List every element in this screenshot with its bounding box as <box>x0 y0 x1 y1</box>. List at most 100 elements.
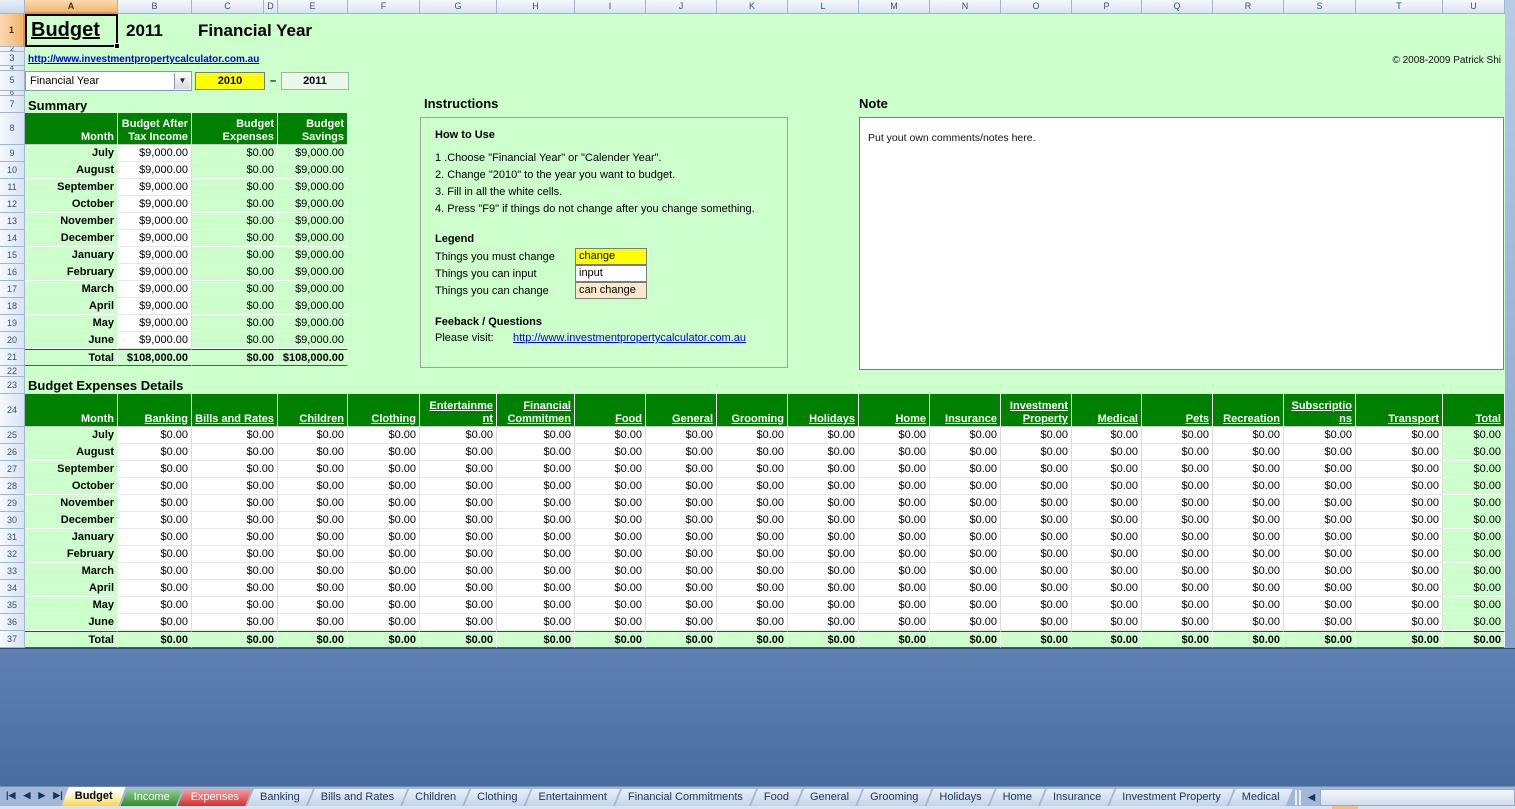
expense-value-cell[interactable]: $0.00 <box>930 563 1001 580</box>
scroll-left-icon[interactable]: ◀ <box>1304 789 1320 805</box>
expenses-month-cell[interactable]: October <box>25 478 118 495</box>
summary-expenses-cell[interactable]: $0.00 <box>192 298 278 315</box>
sheet-tab-expenses[interactable]: Expenses <box>178 789 252 806</box>
selected-cell-a1[interactable]: Budget <box>25 14 118 47</box>
row-header-36[interactable]: 36 <box>0 614 25 631</box>
expenses-rowtotal-cell[interactable]: $0.00 <box>1443 546 1505 563</box>
expense-value-cell[interactable]: $0.00 <box>348 529 420 546</box>
expenses-total-cell[interactable]: $0.00 <box>575 631 646 648</box>
expenses-header-link[interactable]: Subscriptions <box>1284 394 1356 427</box>
expenses-total-cell[interactable]: $0.00 <box>1072 631 1142 648</box>
expenses-month-cell[interactable]: July <box>25 427 118 444</box>
row-header-28[interactable]: 28 <box>0 478 25 495</box>
expenses-month-cell[interactable]: April <box>25 580 118 597</box>
summary-month-cell[interactable]: April <box>25 298 118 315</box>
expense-value-cell[interactable]: $0.00 <box>348 512 420 529</box>
sheet-tab-medical[interactable]: Medical <box>1229 789 1293 806</box>
expense-value-cell[interactable]: $0.00 <box>575 478 646 495</box>
expense-value-cell[interactable]: $0.00 <box>192 614 278 631</box>
expense-value-cell[interactable]: $0.00 <box>420 529 497 546</box>
expense-value-cell[interactable]: $0.00 <box>1142 614 1213 631</box>
expense-value-cell[interactable]: $0.00 <box>497 563 575 580</box>
expenses-header-link[interactable]: Investment Property <box>1001 394 1072 427</box>
summary-income-cell[interactable]: $9,000.00 <box>118 264 192 281</box>
sheet-tab-income[interactable]: Income <box>121 789 183 806</box>
expense-value-cell[interactable]: $0.00 <box>1142 563 1213 580</box>
expenses-total-cell[interactable]: $0.00 <box>1284 631 1356 648</box>
expense-value-cell[interactable]: $0.00 <box>1213 478 1284 495</box>
summary-total-cell[interactable]: Total <box>25 349 118 366</box>
expense-value-cell[interactable]: $0.00 <box>118 495 192 512</box>
row-header-9[interactable]: 9 <box>0 145 25 162</box>
summary-month-cell[interactable]: September <box>25 179 118 196</box>
expense-value-cell[interactable]: $0.00 <box>420 461 497 478</box>
expense-value-cell[interactable]: $0.00 <box>646 495 717 512</box>
expense-value-cell[interactable]: $0.00 <box>1072 461 1142 478</box>
expenses-rowtotal-cell[interactable]: $0.00 <box>1443 512 1505 529</box>
expense-value-cell[interactable]: $0.00 <box>717 444 788 461</box>
expense-value-cell[interactable]: $0.00 <box>1072 478 1142 495</box>
row-header-34[interactable]: 34 <box>0 580 25 597</box>
column-header-M[interactable]: M <box>859 0 930 14</box>
expense-value-cell[interactable]: $0.00 <box>278 461 348 478</box>
column-header-H[interactable]: H <box>497 0 575 14</box>
summary-expenses-cell[interactable]: $0.00 <box>192 264 278 281</box>
expense-value-cell[interactable]: $0.00 <box>1213 529 1284 546</box>
expenses-month-cell[interactable]: August <box>25 444 118 461</box>
expense-value-cell[interactable]: $0.00 <box>575 614 646 631</box>
tab-last-icon[interactable]: ▶| <box>53 790 62 801</box>
expense-value-cell[interactable]: $0.00 <box>497 597 575 614</box>
sheet-tab-financial-commitments[interactable]: Financial Commitments <box>615 789 756 806</box>
expense-value-cell[interactable]: $0.00 <box>1356 427 1443 444</box>
summary-income-cell[interactable]: $9,000.00 <box>118 230 192 247</box>
expenses-month-cell[interactable]: January <box>25 529 118 546</box>
expenses-header-link[interactable]: General <box>646 394 717 427</box>
sheet-tab-grooming[interactable]: Grooming <box>857 789 931 806</box>
expense-value-cell[interactable]: $0.00 <box>575 597 646 614</box>
expense-value-cell[interactable]: $0.00 <box>1142 546 1213 563</box>
expense-value-cell[interactable]: $0.00 <box>859 444 930 461</box>
expense-value-cell[interactable]: $0.00 <box>1001 478 1072 495</box>
summary-total-cell[interactable]: $108,000.00 <box>278 349 348 366</box>
expenses-total-cell[interactable]: $0.00 <box>118 631 192 648</box>
expense-value-cell[interactable]: $0.00 <box>717 563 788 580</box>
expense-value-cell[interactable]: $0.00 <box>1001 427 1072 444</box>
row-header-10[interactable]: 10 <box>0 162 25 179</box>
summary-income-cell[interactable]: $9,000.00 <box>118 162 192 179</box>
expense-value-cell[interactable]: $0.00 <box>930 512 1001 529</box>
expenses-header-link[interactable]: Banking <box>118 394 192 427</box>
expense-value-cell[interactable]: $0.00 <box>497 461 575 478</box>
expense-value-cell[interactable]: $0.00 <box>646 563 717 580</box>
expense-value-cell[interactable]: $0.00 <box>1356 461 1443 478</box>
expenses-header-link[interactable]: Clothing <box>348 394 420 427</box>
expense-value-cell[interactable]: $0.00 <box>788 495 859 512</box>
expense-value-cell[interactable]: $0.00 <box>420 580 497 597</box>
expense-value-cell[interactable]: $0.00 <box>348 427 420 444</box>
expense-value-cell[interactable]: $0.00 <box>1001 512 1072 529</box>
expense-value-cell[interactable]: $0.00 <box>930 427 1001 444</box>
summary-expenses-cell[interactable]: $0.00 <box>192 315 278 332</box>
expenses-header-link[interactable]: Medical <box>1072 394 1142 427</box>
expenses-rowtotal-cell[interactable]: $0.00 <box>1443 614 1505 631</box>
expenses-month-cell[interactable]: February <box>25 546 118 563</box>
expenses-total-cell[interactable]: $0.00 <box>646 631 717 648</box>
expense-value-cell[interactable]: $0.00 <box>717 597 788 614</box>
summary-total-cell[interactable]: $0.00 <box>192 349 278 366</box>
expense-value-cell[interactable]: $0.00 <box>192 461 278 478</box>
expense-value-cell[interactable]: $0.00 <box>192 495 278 512</box>
column-header-S[interactable]: S <box>1284 0 1356 14</box>
expense-value-cell[interactable]: $0.00 <box>859 597 930 614</box>
expense-value-cell[interactable]: $0.00 <box>1001 495 1072 512</box>
expenses-total-cell[interactable]: $0.00 <box>1213 631 1284 648</box>
expense-value-cell[interactable]: $0.00 <box>420 597 497 614</box>
expense-value-cell[interactable]: $0.00 <box>788 614 859 631</box>
expense-value-cell[interactable]: $0.00 <box>1072 580 1142 597</box>
expenses-total-cell[interactable]: $0.00 <box>420 631 497 648</box>
sheet-tab-insurance[interactable]: Insurance <box>1040 789 1114 806</box>
tab-first-icon[interactable]: |◀ <box>6 790 15 801</box>
expenses-total-cell[interactable]: $0.00 <box>348 631 420 648</box>
expense-value-cell[interactable]: $0.00 <box>1142 461 1213 478</box>
summary-income-cell[interactable]: $9,000.00 <box>118 332 192 349</box>
expenses-month-cell[interactable]: November <box>25 495 118 512</box>
expense-value-cell[interactable]: $0.00 <box>930 614 1001 631</box>
